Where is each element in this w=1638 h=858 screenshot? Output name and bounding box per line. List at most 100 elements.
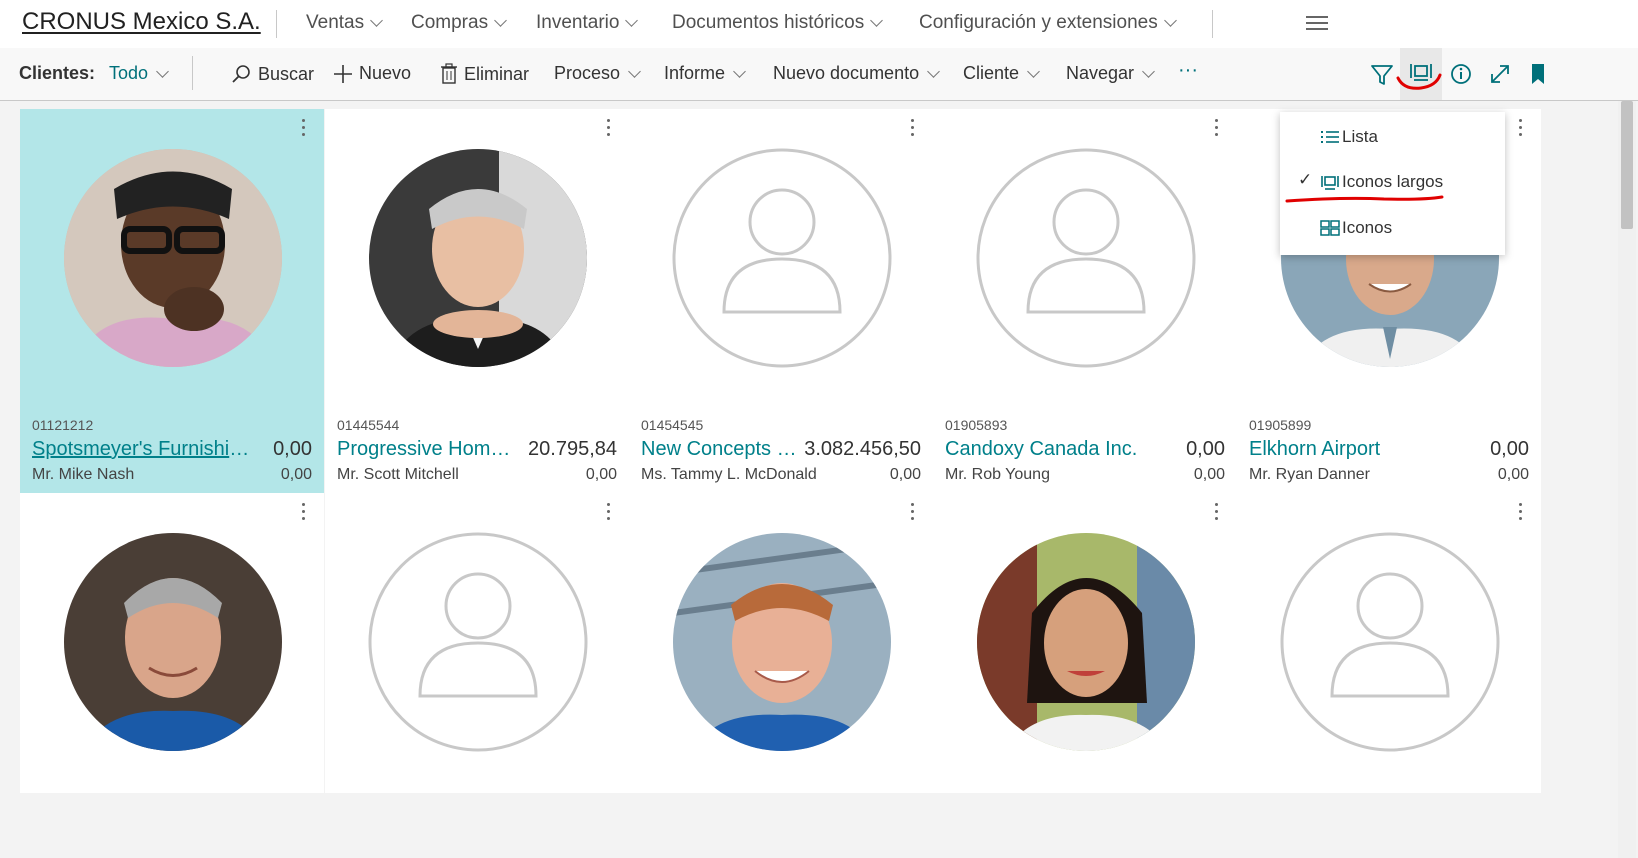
more-options-icon[interactable]	[302, 119, 306, 140]
company-name[interactable]: CRONUS Mexico S.A.	[22, 8, 261, 36]
customer-name-link[interactable]: Candoxy Canada Inc.	[945, 438, 1137, 461]
informe-menu[interactable]: Informe	[664, 63, 746, 84]
proceso-label: Proceso	[554, 63, 621, 83]
more-options-icon[interactable]	[1215, 119, 1219, 140]
more-options-icon[interactable]	[1215, 503, 1219, 524]
customer-balance: 0,00	[273, 438, 312, 460]
customer-photo	[369, 149, 587, 367]
menu-item-lista[interactable]: Lista	[1280, 117, 1505, 157]
cliente-label: Cliente	[963, 63, 1020, 83]
more-actions-button[interactable]: ···	[1178, 59, 1198, 82]
customer-card[interactable]	[325, 493, 629, 793]
customer-info: 01445544 Progressive Home ... 20.795,84 …	[325, 407, 629, 494]
view-filter-label: Todo	[109, 63, 149, 83]
customer-balance-due: 0,00	[1193, 466, 1225, 483]
expand-icon[interactable]	[1486, 60, 1514, 88]
customer-name-link[interactable]: Progressive Home ...	[337, 438, 517, 461]
red-annotation-mark	[1396, 73, 1442, 90]
divider	[276, 10, 277, 38]
more-options-icon[interactable]	[302, 503, 306, 524]
customer-contact: Mr. Ryan Danner	[1249, 466, 1370, 483]
more-options-icon[interactable]	[607, 503, 611, 524]
nav-documentos-historicos[interactable]: Documentos históricos	[672, 12, 884, 34]
chevron-down-icon	[494, 14, 507, 27]
nav-label: Compras	[411, 12, 489, 33]
woman-photo	[977, 533, 1195, 751]
man-glasses-photo	[64, 149, 282, 367]
view-filter-dropdown[interactable]: Todo	[109, 63, 169, 84]
person-placeholder-icon	[1280, 532, 1500, 752]
action-bar: Clientes: Todo Buscar Nuevo Eliminar Pro…	[0, 48, 1638, 101]
proceso-menu[interactable]: Proceso	[554, 63, 641, 84]
customer-contact: Ms. Tammy L. McDonald	[641, 466, 817, 483]
filter-icon[interactable]	[1368, 60, 1396, 88]
chevron-down-icon	[1163, 14, 1177, 27]
more-options-icon[interactable]	[1519, 503, 1523, 524]
checkmark-icon: ✓	[1298, 170, 1313, 189]
person-placeholder-icon	[672, 148, 892, 368]
chevron-down-icon	[628, 64, 641, 78]
customer-balance-due: 0,00	[1497, 466, 1529, 483]
info-icon[interactable]	[1447, 60, 1475, 88]
nav-ventas[interactable]: Ventas	[306, 12, 383, 34]
customer-no: 01121212	[32, 417, 94, 433]
customer-info: 01454545 New Concepts F... 3.082.456,50 …	[629, 407, 933, 494]
eliminar-label: Eliminar	[464, 63, 530, 84]
customer-balance: 3.082.456,50	[804, 438, 921, 460]
more-options-icon[interactable]	[1519, 119, 1523, 140]
nav-inventario[interactable]: Inventario	[536, 12, 639, 34]
divider	[192, 56, 193, 90]
menu-item-label: Iconos largos	[1342, 172, 1444, 191]
customer-card[interactable]	[1237, 493, 1541, 793]
plus-icon	[334, 64, 352, 83]
large-icons-view-icon	[1321, 176, 1339, 190]
nav-label: Inventario	[536, 12, 620, 33]
page-label: Clientes:	[19, 63, 96, 83]
chevron-down-icon	[1142, 64, 1155, 78]
customer-no: 01905899	[1249, 417, 1312, 433]
divider	[1212, 10, 1213, 38]
nuevo-button[interactable]: Nuevo	[333, 63, 411, 84]
customer-no: 01905893	[945, 417, 1008, 433]
customer-card[interactable]: 01905893 Candoxy Canada Inc. 0,00 Mr. Ro…	[933, 109, 1237, 494]
customer-card[interactable]: 01454545 New Concepts F... 3.082.456,50 …	[629, 109, 933, 494]
nav-label: Ventas	[306, 12, 365, 33]
eliminar-button[interactable]: Eliminar	[440, 63, 529, 85]
person-placeholder-icon	[368, 532, 588, 752]
nav-compras[interactable]: Compras	[411, 12, 507, 34]
customer-balance: 20.795,84	[528, 438, 617, 460]
customer-balance-due: 0,00	[585, 466, 617, 483]
chevron-down-icon	[870, 14, 884, 27]
more-options-icon[interactable]	[911, 119, 915, 140]
customer-name-link[interactable]: Spotsmeyer's Furnishings	[32, 438, 252, 461]
customer-name-link[interactable]: Elkhorn Airport	[1249, 438, 1380, 461]
nav-label: Configuración y extensiones	[919, 12, 1158, 33]
navegar-menu[interactable]: Navegar	[1066, 63, 1155, 84]
chevron-down-icon	[927, 64, 940, 78]
cliente-menu[interactable]: Cliente	[963, 63, 1040, 84]
customer-contact: Mr. Mike Nash	[32, 466, 135, 483]
navegar-label: Navegar	[1066, 63, 1135, 83]
more-options-icon[interactable]	[607, 119, 611, 140]
customer-card[interactable]	[20, 493, 324, 793]
customer-name-link[interactable]: New Concepts F...	[641, 438, 801, 461]
customer-no: 01445544	[337, 417, 400, 433]
menu-item-iconos[interactable]: Iconos	[1280, 208, 1505, 248]
bookmark-icon[interactable]	[1524, 60, 1552, 88]
chevron-down-icon	[1027, 64, 1040, 78]
customer-card[interactable]	[629, 493, 933, 793]
customer-card[interactable]: 01121212 Spotsmeyer's Furnishings 0,00 M…	[20, 109, 324, 494]
customer-card[interactable]: 01445544 Progressive Home ... 20.795,84 …	[325, 109, 629, 494]
customer-contact: Mr. Rob Young	[945, 466, 1050, 483]
nav-configuracion[interactable]: Configuración y extensiones	[919, 12, 1177, 34]
customer-no: 01454545	[641, 417, 704, 433]
more-options-icon[interactable]	[911, 503, 915, 524]
informe-label: Informe	[664, 63, 726, 83]
customer-card[interactable]	[933, 493, 1237, 793]
hamburger-menu-icon[interactable]	[1306, 16, 1328, 32]
customer-balance: 0,00	[1490, 438, 1529, 460]
customer-info: 01905899 Elkhorn Airport 0,00 Mr. Ryan D…	[1237, 407, 1541, 494]
buscar-button[interactable]: Buscar	[230, 63, 314, 85]
nuevo-documento-menu[interactable]: Nuevo documento	[773, 63, 940, 84]
scrollbar-thumb[interactable]	[1621, 101, 1633, 229]
